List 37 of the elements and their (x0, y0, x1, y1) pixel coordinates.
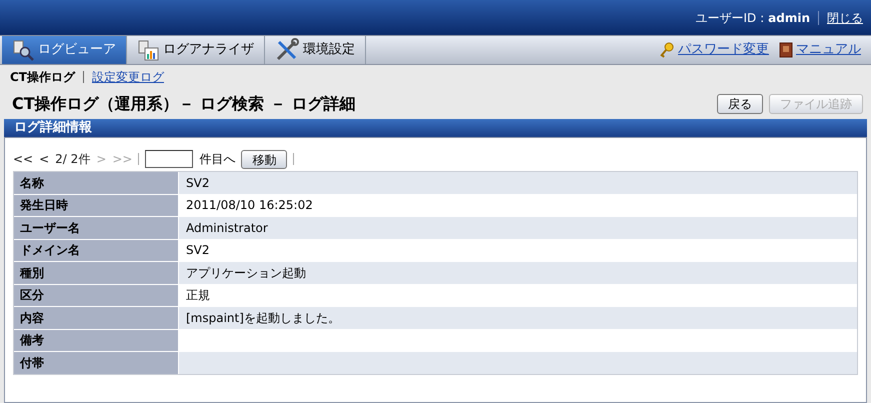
field-label: ユーザー名 (14, 217, 178, 238)
user-id: admin (768, 10, 810, 26)
panel-header: ログ詳細情報 (4, 119, 867, 137)
nav-tab[interactable]: ログアナライザ (127, 36, 265, 64)
nav-tab[interactable]: ログビューア (2, 36, 127, 64)
field-label: 発生日時 (14, 194, 178, 216)
field-label: 内容 (14, 307, 178, 328)
field-value: [mspaint]を起動しました。 (179, 307, 857, 328)
move-button[interactable]: 移動 (241, 150, 288, 168)
nav-tab[interactable]: 環境設定 (265, 36, 366, 64)
header-link[interactable]: パスワード変更 (678, 40, 769, 60)
pager-link[interactable]: << (13, 150, 34, 168)
pager-link[interactable]: < (39, 150, 50, 168)
field-label: 名称 (14, 172, 178, 194)
field-label: 付帯 (14, 352, 178, 374)
user-label: ユーザーID : (696, 10, 764, 26)
pager-link[interactable]: 2/ 2件 (55, 150, 90, 168)
subnav-link[interactable]: 設定変更ログ (92, 68, 164, 86)
magnifier-icon (12, 39, 34, 61)
field-label: 備考 (14, 330, 178, 351)
page-title: CT操作ログ（運用系）－ ログ検索 － ログ詳細 (12, 93, 356, 115)
field-label: 区分 (14, 284, 178, 306)
field-value: SV2 (179, 172, 857, 194)
close-link[interactable]: 閉じる (827, 8, 863, 26)
field-value: アプリケーション起動 (179, 262, 857, 284)
pager-suffix: 件目へ (199, 151, 236, 168)
subnav-link[interactable]: CT操作ログ (10, 68, 75, 86)
field-label: 種別 (14, 262, 178, 284)
field-value: Administrator (179, 217, 857, 238)
page-number-field[interactable] (145, 150, 194, 168)
field-label: ドメイン名 (14, 240, 178, 261)
header-link[interactable]: マニュアル (796, 40, 861, 60)
tools-icon (275, 38, 299, 62)
chart-icon (137, 39, 159, 61)
key-icon (659, 42, 675, 58)
action-button[interactable]: 戻る (717, 94, 763, 114)
book-icon (779, 42, 793, 58)
